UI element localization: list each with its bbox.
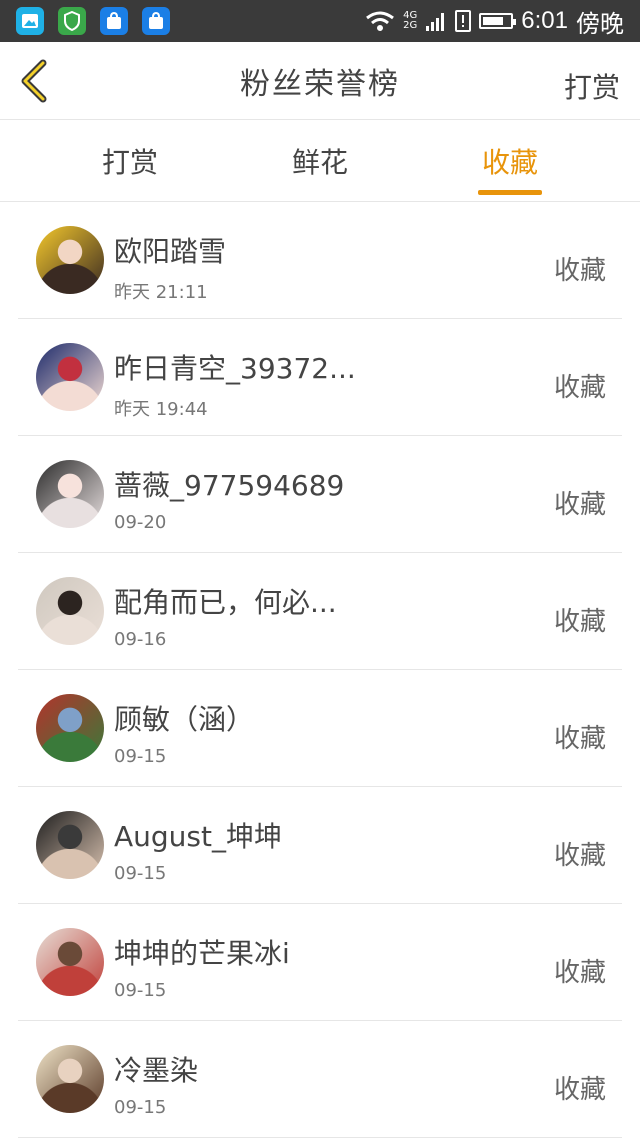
avatar (36, 577, 104, 645)
favorite-label: 收藏 (553, 1075, 606, 1105)
favorite-label: 收藏 (553, 724, 606, 754)
fan-time: 09-15 (114, 1097, 167, 1118)
fan-list: 欧阳踏雪 昨天 21:11 收藏 昨日青空_39372... 昨天 19:44 … (0, 202, 640, 1138)
status-bar-right: 4G 2G 6:01 傍晚 (365, 4, 624, 39)
status-bar-app-icons (16, 7, 170, 35)
favorite-label: 收藏 (553, 256, 606, 286)
fan-time: 09-16 (114, 629, 167, 650)
avatar (36, 226, 104, 294)
avatar (36, 460, 104, 528)
back-button[interactable] (14, 56, 54, 106)
fan-name: August_坤坤 (114, 820, 282, 853)
avatar (36, 1045, 104, 1113)
favorite-label: 收藏 (553, 490, 606, 520)
bag-app-icon (142, 7, 170, 35)
header: 粉丝荣誉榜 打赏 (0, 42, 640, 120)
fan-name: 昨日青空_39372... (114, 352, 356, 385)
tab-bar: 打赏 鲜花 收藏 (0, 120, 640, 202)
favorite-label: 收藏 (553, 958, 606, 988)
network-type: 4G 2G (403, 11, 417, 31)
list-item[interactable]: 配角而已，何必... 09-16 收藏 (0, 553, 640, 670)
list-item[interactable]: 昨日青空_39372... 昨天 19:44 收藏 (0, 319, 640, 436)
favorite-label: 收藏 (553, 607, 606, 637)
page-title: 粉丝荣誉榜 (240, 66, 400, 102)
fan-time: 09-20 (114, 512, 167, 533)
fan-name: 冷墨染 (114, 1054, 199, 1087)
status-time: 6:01 (521, 7, 568, 34)
network-type-bottom: 2G (403, 20, 418, 31)
favorite-label: 收藏 (553, 841, 606, 871)
fan-name: 蔷薇_977594689 (114, 469, 345, 502)
fan-time: 09-15 (114, 863, 167, 884)
list-item[interactable]: 冷墨染 09-15 收藏 (0, 1021, 640, 1138)
bag-app-icon (100, 7, 128, 35)
fan-time: 昨天 21:11 (114, 282, 208, 303)
fan-name: 坤坤的芒果冰i (114, 937, 290, 970)
signal-icon (426, 13, 445, 31)
battery-level (483, 17, 504, 25)
shield-app-icon (58, 7, 86, 35)
chevron-left-icon (21, 59, 47, 103)
fan-time: 09-15 (114, 746, 167, 767)
sim-alert-icon (455, 10, 472, 32)
tab-reward[interactable]: 打赏 (70, 120, 190, 202)
active-tab-indicator (478, 190, 542, 195)
fan-time: 昨天 19:44 (114, 399, 208, 420)
fan-time: 09-15 (114, 980, 167, 1001)
avatar (36, 694, 104, 762)
tab-flowers[interactable]: 鲜花 (260, 120, 380, 202)
avatar (36, 343, 104, 411)
avatar (36, 811, 104, 879)
reward-button[interactable]: 打赏 (564, 66, 620, 106)
gallery-app-icon (16, 7, 44, 35)
list-item[interactable]: August_坤坤 09-15 收藏 (0, 787, 640, 904)
status-period: 傍晚 (576, 9, 624, 38)
list-item[interactable]: 顾敏（涵） 09-15 收藏 (0, 670, 640, 787)
avatar (36, 928, 104, 996)
list-item[interactable]: 欧阳踏雪 昨天 21:11 收藏 (0, 202, 640, 319)
favorite-label: 收藏 (553, 373, 606, 403)
list-item[interactable]: 蔷薇_977594689 09-20 收藏 (0, 436, 640, 553)
battery-icon (479, 13, 517, 29)
fan-name: 顾敏（涵） (114, 703, 255, 736)
list-item[interactable]: 坤坤的芒果冰i 09-15 收藏 (0, 904, 640, 1021)
fan-name: 欧阳踏雪 (114, 235, 227, 268)
status-bar: 4G 2G 6:01 傍晚 (0, 0, 640, 42)
fan-name: 配角而已，何必... (114, 586, 337, 619)
wifi-icon (366, 11, 395, 31)
